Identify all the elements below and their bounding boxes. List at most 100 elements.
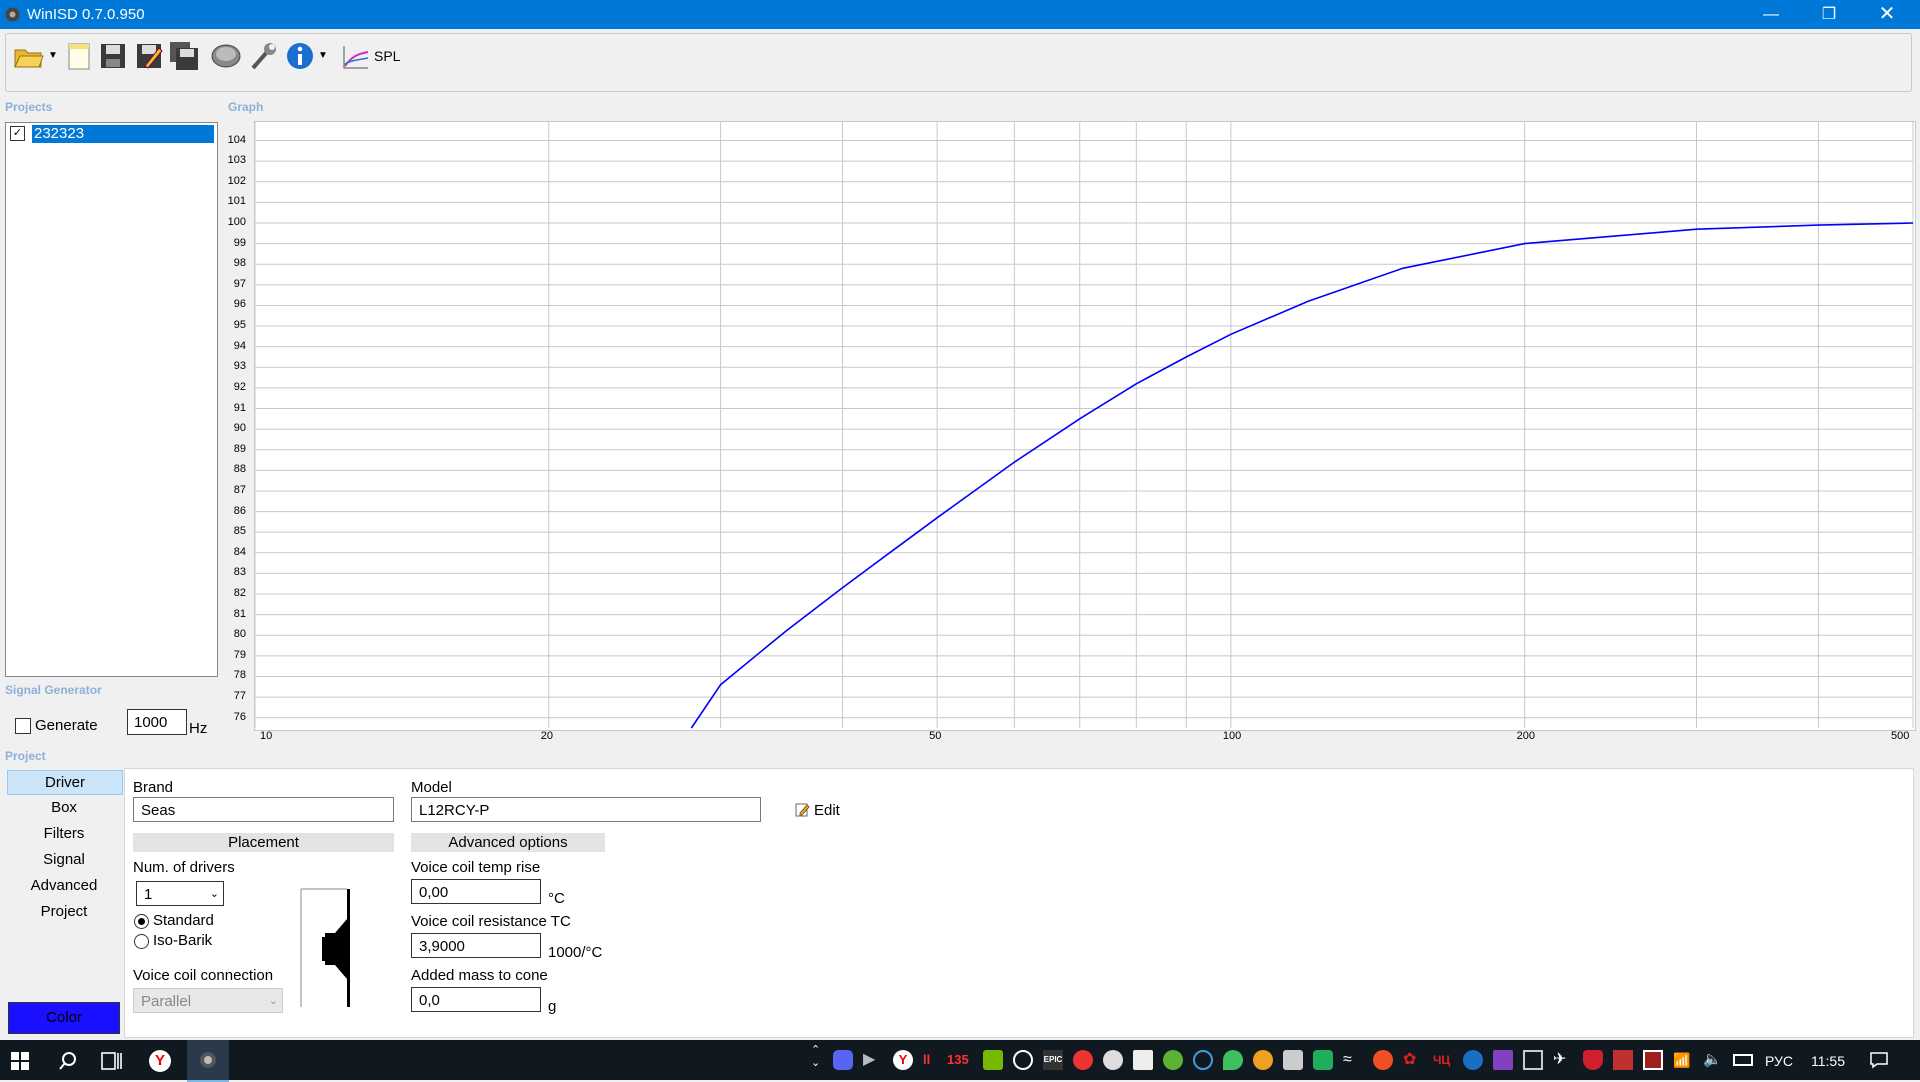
- notifications-icon[interactable]: [1869, 1050, 1889, 1070]
- model-field[interactable]: L12RCY-P: [411, 797, 761, 822]
- frequency-input[interactable]: 1000: [127, 709, 187, 735]
- tray-app-icon[interactable]: ll: [923, 1050, 943, 1070]
- purple-app-icon[interactable]: [1493, 1050, 1513, 1070]
- winisd-taskbar-button[interactable]: [187, 1040, 229, 1082]
- yandex-browser-icon[interactable]: Y: [149, 1050, 171, 1072]
- y-tick-label: 89: [233, 442, 246, 455]
- x-tick-label: 200: [1516, 730, 1535, 742]
- radio-standard-label: Standard: [153, 912, 214, 929]
- spl-chart: [254, 122, 1914, 729]
- y-tick-label: 102: [227, 174, 246, 187]
- show-hidden-icons-icon[interactable]: ⌃ ⌄: [811, 1043, 820, 1069]
- steam-icon[interactable]: [1463, 1050, 1483, 1070]
- vc-connection-value: Parallel: [141, 993, 192, 1010]
- brand-field[interactable]: Seas: [133, 797, 394, 822]
- orange-app-icon[interactable]: [1373, 1050, 1393, 1070]
- vc-temp-unit: °C: [548, 890, 565, 907]
- tab-driver[interactable]: Driver: [7, 770, 123, 795]
- color-button[interactable]: Color: [8, 1002, 120, 1034]
- y-tick-label: 85: [233, 525, 246, 538]
- green-app-icon[interactable]: [1163, 1050, 1183, 1070]
- added-mass-unit: g: [548, 998, 557, 1015]
- x-tick-label: 500: [1891, 730, 1910, 742]
- y-tick-label: 77: [233, 690, 246, 703]
- radio-standard[interactable]: [134, 914, 149, 929]
- red-square-icon[interactable]: [1613, 1050, 1633, 1070]
- person-icon[interactable]: [1283, 1050, 1303, 1070]
- y-tick-label: 90: [233, 422, 246, 435]
- y-tick-label: 80: [233, 628, 246, 641]
- y-tick-label: 101: [227, 195, 246, 208]
- y-tick-label: 103: [227, 154, 246, 167]
- y-tick-label: 94: [233, 339, 246, 352]
- window-tray-icon[interactable]: [1133, 1050, 1153, 1070]
- vc-connection-select[interactable]: Parallel ⌄: [133, 988, 283, 1013]
- volume-icon[interactable]: 🔈: [1703, 1050, 1723, 1070]
- discord-icon[interactable]: [833, 1050, 853, 1070]
- wifi-icon[interactable]: ≈: [1343, 1050, 1363, 1070]
- tab-advanced[interactable]: Advanced: [7, 874, 121, 897]
- flower-icon[interactable]: [1253, 1050, 1273, 1070]
- tab-signal[interactable]: Signal: [7, 848, 121, 871]
- red-text-icon[interactable]: ЧЦ: [1433, 1050, 1453, 1070]
- search-icon[interactable]: [58, 1051, 78, 1071]
- y-tick-label: 76: [233, 710, 246, 723]
- nvidia-icon[interactable]: [983, 1050, 1003, 1070]
- radio-isobarik[interactable]: [134, 934, 149, 949]
- speaker-placement-diagram: [300, 888, 350, 1007]
- added-mass-field[interactable]: 0,0: [411, 987, 541, 1012]
- tab-box[interactable]: Box: [7, 796, 121, 819]
- added-mass-label: Added mass to cone: [411, 967, 548, 984]
- battery-icon[interactable]: [1733, 1054, 1753, 1066]
- num-drivers-label: Num. of drivers: [133, 859, 235, 876]
- generate-checkbox[interactable]: [15, 718, 31, 734]
- tab-filters[interactable]: Filters: [7, 822, 121, 845]
- opera-icon[interactable]: [1073, 1050, 1093, 1070]
- language-indicator[interactable]: РУС: [1765, 1053, 1793, 1069]
- square-icon[interactable]: [1523, 1050, 1543, 1070]
- network-icon[interactable]: 📶: [1673, 1050, 1693, 1070]
- play-icon[interactable]: ▶: [863, 1050, 883, 1070]
- task-view-icon[interactable]: [101, 1051, 123, 1071]
- y-tick-label: 79: [233, 648, 246, 661]
- x-tick-label: 20: [540, 730, 554, 742]
- vc-temp-field[interactable]: 0,00: [411, 879, 541, 904]
- y-tick-label: 100: [227, 216, 246, 228]
- frequency-unit: Hz: [189, 720, 208, 737]
- antivirus-icon[interactable]: [1583, 1050, 1603, 1070]
- advanced-options-header: Advanced options: [411, 833, 605, 852]
- clock[interactable]: 11:55: [1811, 1053, 1845, 1069]
- signal-generator-section-label: Signal Generator: [5, 683, 102, 697]
- windows-start-icon[interactable]: [11, 1052, 29, 1070]
- edit-pencil-icon[interactable]: [795, 802, 810, 817]
- y-tick-label: 97: [233, 277, 246, 290]
- vc-resistance-field[interactable]: 3,9000: [411, 933, 541, 958]
- cloud-icon[interactable]: [1103, 1050, 1123, 1070]
- num-drivers-value: 1: [144, 886, 153, 903]
- y-tick-label: 86: [233, 504, 246, 517]
- brand-label: Brand: [133, 779, 174, 796]
- monitor-icon[interactable]: [1643, 1050, 1663, 1070]
- location-icon[interactable]: [1223, 1050, 1243, 1070]
- radio-isobarik-label: Iso-Barik: [153, 932, 213, 949]
- y-tick-label: 78: [233, 669, 246, 682]
- globe-icon[interactable]: [1193, 1050, 1213, 1070]
- y-tick-label: 98: [233, 257, 246, 270]
- y-tick-label: 96: [233, 298, 246, 311]
- shield-icon[interactable]: [1313, 1050, 1333, 1070]
- tray-counter[interactable]: 135: [947, 1052, 969, 1067]
- num-drivers-select[interactable]: 1 ⌄: [136, 881, 224, 906]
- red-leaf-icon[interactable]: ✿: [1403, 1050, 1423, 1070]
- tab-project[interactable]: Project: [7, 900, 121, 923]
- generate-label: Generate: [35, 717, 98, 734]
- epic-games-icon[interactable]: EPIC: [1043, 1050, 1063, 1070]
- x-tick-label: 10: [260, 730, 273, 742]
- y-tick-label: 92: [233, 380, 246, 393]
- airplane-icon[interactable]: ✈: [1553, 1050, 1573, 1070]
- yandex-tray-icon[interactable]: Y: [893, 1050, 913, 1070]
- edit-button[interactable]: Edit: [814, 802, 840, 819]
- model-label: Model: [411, 779, 452, 796]
- vc-temp-label: Voice coil temp rise: [411, 859, 541, 876]
- y-tick-label: 88: [233, 463, 246, 476]
- steam-like-icon[interactable]: [1013, 1050, 1033, 1070]
